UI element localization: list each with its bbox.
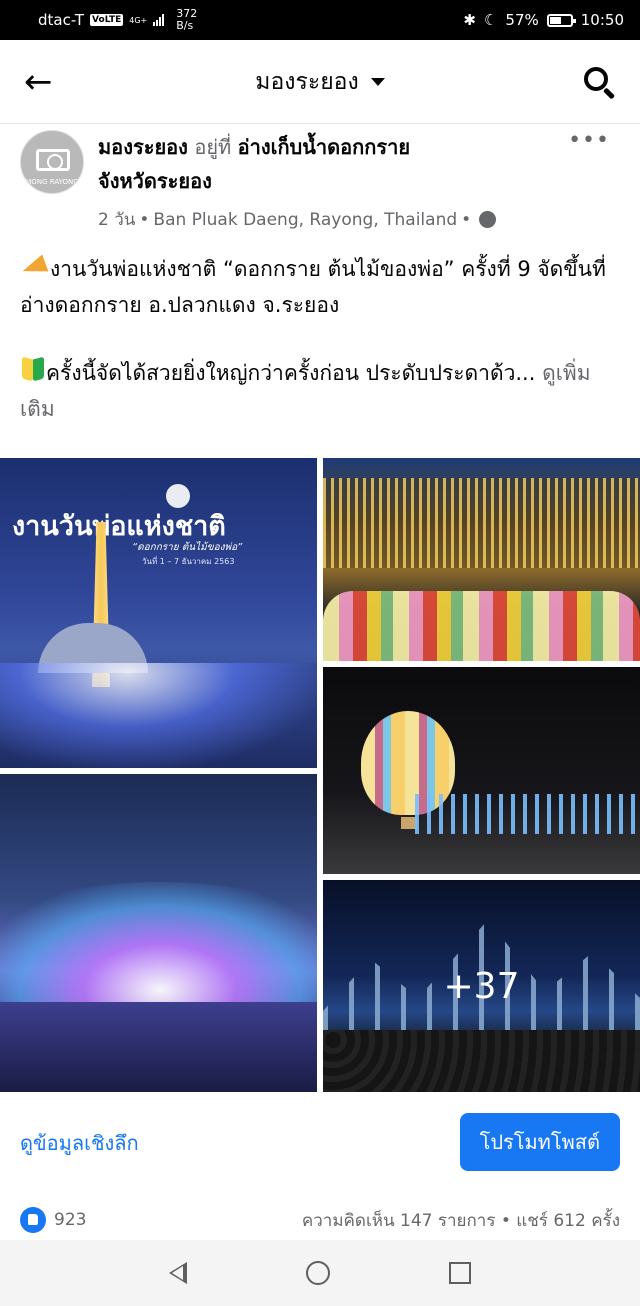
poster-subtitle: “ดอกกราย ต้นไม้ของพ่อ” — [132, 542, 243, 553]
search-icon[interactable] — [582, 65, 616, 100]
page-name-link[interactable]: มองระยอง — [98, 135, 188, 159]
signal-icon — [153, 14, 165, 26]
avatar[interactable]: MONG RAYONG — [20, 130, 84, 194]
system-nav-bar — [0, 1240, 640, 1306]
carrier-name: dtac-T — [38, 11, 85, 29]
battery-level-fill — [549, 16, 562, 24]
more-options-icon[interactable]: ••• — [568, 128, 610, 153]
photo-more[interactable]: +37 — [323, 880, 640, 1092]
network-type: 4G+ — [129, 15, 148, 25]
photo-fountain-show[interactable] — [0, 774, 317, 1092]
post-author-line: มองระยอง อยู่ที่ อ่างเก็บน้ำดอกกราย จังห… — [98, 130, 620, 198]
megaphone-icon — [20, 255, 50, 279]
post-paragraph-2: ครั้งนี้จัดได้สวยยิ่งใหญ่กว่าครั้งก่อน ป… — [20, 355, 620, 427]
fountain-lights — [415, 794, 640, 834]
photo-poster[interactable]: งานวันพ่อแห่งชาติ “ดอกกราย ต้นไม้ของพ่อ”… — [0, 458, 317, 768]
page-title[interactable]: มองระยอง — [0, 64, 640, 100]
reservoir-water — [0, 1002, 317, 1092]
more-photos-count: +37 — [443, 966, 520, 1007]
location-link[interactable]: อ่างเก็บน้ำดอกกราย — [238, 135, 410, 159]
dropdown-caret-icon[interactable] — [370, 78, 385, 86]
camera-icon — [36, 149, 70, 171]
at-text: อยู่ที่ — [194, 135, 232, 159]
location-detail[interactable]: Ban Pluak Daeng, Rayong, Thailand — [153, 210, 457, 230]
carrier-info: dtac-T VoLTE 4G+ 372 B/s — [38, 8, 197, 32]
province-link[interactable]: จังหวัดระยอง — [98, 169, 212, 193]
bluetooth-icon: ✱ — [463, 11, 476, 29]
water-spray — [0, 882, 317, 1002]
post-time[interactable]: 2 วัน — [98, 206, 135, 233]
battery-icon — [546, 13, 576, 27]
post-header: MONG RAYONG มองระยอง อยู่ที่ อ่างเก็บน้ำ… — [0, 124, 640, 233]
photo-tulips[interactable] — [323, 458, 640, 661]
photo-grid: งานวันพ่อแห่งชาติ “ดอกกราย ต้นไม้ของพ่อ”… — [0, 458, 640, 1092]
moon-icon: ☾ — [483, 11, 498, 29]
battery-percent: 57% — [505, 11, 539, 29]
tulip-display — [323, 591, 640, 661]
post-actions: ดูข้อมูลเชิงลึก โปรโมทโพสต์ — [0, 1110, 640, 1174]
comments-shares[interactable]: ความคิดเห็น 147 รายการ • แชร์ 612 ครั้ง — [302, 1207, 620, 1234]
back-arrow-icon[interactable]: ← — [24, 65, 53, 99]
promote-button[interactable]: โปรโมทโพสต์ — [459, 1113, 620, 1171]
separator-dot: • — [139, 209, 150, 230]
separator-dot: • — [461, 209, 472, 230]
nav-home-icon[interactable] — [305, 1261, 330, 1285]
engagement-stats: 923 ความคิดเห็น 147 รายการ • แชร์ 612 คร… — [0, 1201, 640, 1239]
poster-dates: วันที่ 1 – 7 ธันวาคม 2563 — [142, 557, 235, 566]
page-header: ← มองระยอง — [0, 40, 640, 124]
nav-back-icon[interactable] — [169, 1262, 188, 1284]
globe-icon — [479, 211, 497, 228]
nav-recents-icon[interactable] — [448, 1262, 471, 1284]
volte-badge: VoLTE — [90, 14, 124, 26]
like-icon — [20, 1207, 46, 1233]
post-subline: 2 วัน • Ban Pluak Daeng, Rayong, Thailan… — [98, 206, 620, 233]
post-text: งานวันพ่อแห่งชาติ “ดอกกราย ต้นไม้ของพ่อ”… — [0, 233, 640, 427]
like-count[interactable]: 923 — [54, 1210, 86, 1230]
avatar-brand: MONG RAYONG — [25, 178, 79, 186]
post-paragraph-1: งานวันพ่อแห่งชาติ “ดอกกราย ต้นไม้ของพ่อ”… — [20, 255, 606, 317]
light-curtain — [323, 478, 640, 568]
clock: 10:50 — [580, 11, 624, 29]
network-speed: 372 B/s — [176, 7, 198, 32]
insights-link[interactable]: ดูข้อมูลเชิงลึก — [20, 1127, 139, 1159]
light-field — [0, 663, 317, 768]
status-bar: dtac-T VoLTE 4G+ 372 B/s ✱ ☾ 57% 10:50 — [0, 0, 640, 40]
beginner-mark-icon — [20, 356, 46, 384]
photo-balloon[interactable] — [323, 667, 640, 874]
